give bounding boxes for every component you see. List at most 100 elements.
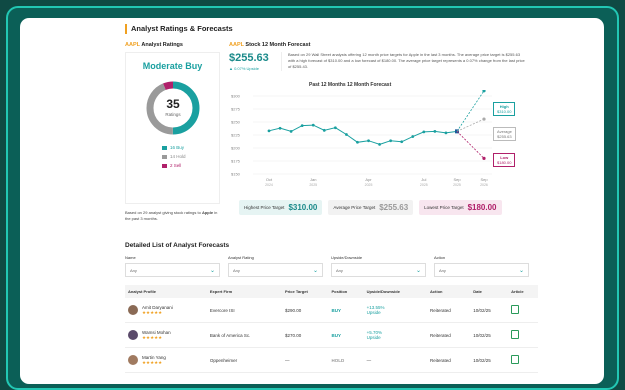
target-cell: $290.00	[281, 298, 329, 323]
x-tick-year: 2025	[453, 183, 461, 187]
col-article: Article	[508, 285, 538, 298]
y-tick-label: $225	[231, 133, 241, 138]
col-profile: Analyst Profile	[125, 285, 207, 298]
article-icon[interactable]	[511, 355, 520, 364]
price-point	[333, 126, 337, 130]
filter-name: Name Any ⌄	[125, 255, 220, 277]
lowest-target-label: Lowest Price Target	[424, 205, 464, 210]
x-tick-year: 2026	[480, 183, 488, 187]
price-change: ▲ 0.07% Upside	[229, 66, 259, 71]
article-cell[interactable]	[508, 322, 538, 348]
firm-cell: Evercore ISI	[206, 298, 282, 323]
avatar	[128, 355, 138, 365]
table-row: Amit Daryanani ★★★★★ Evercore ISI $290.00…	[125, 298, 538, 323]
average-callout-value: $255.63	[497, 134, 512, 139]
forecast-average-point	[482, 117, 486, 121]
col-firm: Expert Firm	[206, 285, 282, 298]
average-callout: Average $255.63	[493, 127, 516, 141]
x-tick-year: 2025	[365, 183, 373, 187]
date-cell: 10/02/25	[470, 347, 509, 373]
filter-action-select[interactable]: Any ⌄	[434, 263, 529, 277]
x-tick-year: 2025	[420, 183, 428, 187]
updown-cell: —	[363, 347, 428, 373]
ratings-total-label: Ratings	[165, 112, 181, 117]
analyst-name: Amit Daryanani	[142, 304, 173, 310]
chevron-down-icon: ⌄	[518, 267, 524, 274]
legend-hold: 14 Hold	[162, 154, 186, 159]
analyst-cell[interactable]: Wamsi Mohan ★★★★★	[125, 322, 207, 348]
average-price: $255.63	[229, 52, 269, 64]
position-cell: BUY	[328, 298, 364, 323]
y-tick-label: $175	[231, 159, 241, 164]
forecast-subtitle-text: Stock 12 Month Forecast	[245, 42, 311, 48]
average-target-label: Average Price Target	[333, 205, 376, 210]
col-target: Price Target	[281, 285, 329, 298]
filter-action-value: Any	[439, 267, 446, 273]
article-icon[interactable]	[511, 330, 520, 339]
low-callout: Low $180.00	[493, 153, 516, 167]
analyst-cell[interactable]: Amit Daryanani ★★★★★	[125, 298, 207, 323]
chart-svg: $300$275$250$225$200$175$150Oct2024Jan20…	[231, 89, 492, 187]
col-updown: Upside/Downside	[363, 285, 428, 298]
article-cell[interactable]	[508, 298, 538, 323]
legend-hold-label: 14 Hold	[170, 154, 186, 159]
forecast-subtitle: AAPL Stock 12 Month Forecast	[229, 42, 538, 48]
firm-cell: Oppenheimer	[206, 347, 282, 373]
filter-name-value: Any	[130, 267, 137, 273]
average-target-chip: Average Price Target $255.63	[328, 200, 414, 215]
price-point	[300, 124, 304, 128]
highest-target-label: Highest Price Target	[244, 205, 285, 210]
target-cell: —	[281, 347, 329, 373]
ratings-total: 35	[166, 97, 180, 111]
forecast-subtitle-ticker: AAPL	[229, 42, 244, 48]
article-icon[interactable]	[511, 305, 520, 314]
price-point	[367, 139, 370, 143]
analyst-cell[interactable]: Martin Yang ★★★★★	[125, 347, 207, 373]
action-cell: Reiterated	[427, 347, 471, 373]
price-point	[356, 140, 359, 144]
analyst-name: Wamsi Mohan	[142, 329, 171, 335]
ratings-panel: AAPL Analyst Ratings Moderate Buy 35 Rat…	[125, 42, 220, 222]
star-rating: ★★★★★	[142, 359, 163, 365]
y-tick-label: $150	[231, 172, 241, 177]
star-rating: ★★★★★	[142, 334, 163, 340]
filter-rating-label: Analyst Rating	[228, 255, 254, 260]
price-point	[433, 129, 437, 133]
price-point	[278, 126, 282, 130]
updown-label: Upside	[366, 335, 381, 340]
x-tick-year: 2025	[309, 183, 317, 187]
filter-updown-label: Upside/Downside	[331, 255, 363, 260]
col-action: Action	[427, 285, 471, 298]
filter-name-select[interactable]: Any ⌄	[125, 263, 220, 277]
target-cell: $270.00	[281, 322, 329, 348]
article-cell[interactable]	[508, 347, 538, 373]
table-row: Martin Yang ★★★★★ Oppenheimer — HOLD — Re…	[125, 347, 538, 373]
action-cell: Reiterated	[427, 298, 471, 323]
filters-row: Name Any ⌄ Analyst Rating Any ⌄ Upside/Dow…	[125, 255, 538, 277]
consensus-label: Moderate Buy	[142, 61, 203, 71]
y-tick-label: $300	[231, 94, 241, 99]
chevron-down-icon: ⌄	[312, 267, 318, 274]
y-tick-label: $250	[231, 120, 241, 125]
price-point	[289, 129, 293, 133]
ratings-subtitle-text: Analyst Ratings	[141, 42, 183, 48]
y-tick-label: $200	[231, 146, 241, 151]
ratings-subtitle-ticker: AAPL	[125, 42, 140, 48]
section-title: Analyst Ratings & Forecasts	[125, 24, 538, 34]
price-point	[322, 128, 326, 132]
window-frame: Analyst Ratings & Forecasts AAPL Analyst…	[6, 6, 619, 390]
price-point	[311, 123, 315, 127]
price-point	[400, 140, 404, 144]
price-point	[389, 139, 393, 143]
filter-rating-select[interactable]: Any ⌄	[228, 263, 323, 277]
filter-rating: Analyst Rating Any ⌄	[228, 255, 323, 277]
filter-rating-value: Any	[233, 267, 240, 273]
filter-updown-select[interactable]: Any ⌄	[331, 263, 426, 277]
ratings-subtitle: AAPL Analyst Ratings	[125, 42, 220, 48]
filter-action: Action Any ⌄	[434, 255, 529, 277]
analyst-page: Analyst Ratings & Forecasts AAPL Analyst…	[125, 24, 538, 373]
y-tick-label: $275	[231, 107, 241, 112]
forecast-summary: $255.63 ▲ 0.07% Upside Based on 29 Wall …	[229, 52, 538, 71]
avatar	[128, 330, 138, 340]
lowest-target-chip: Lowest Price Target $180.00	[419, 200, 502, 215]
